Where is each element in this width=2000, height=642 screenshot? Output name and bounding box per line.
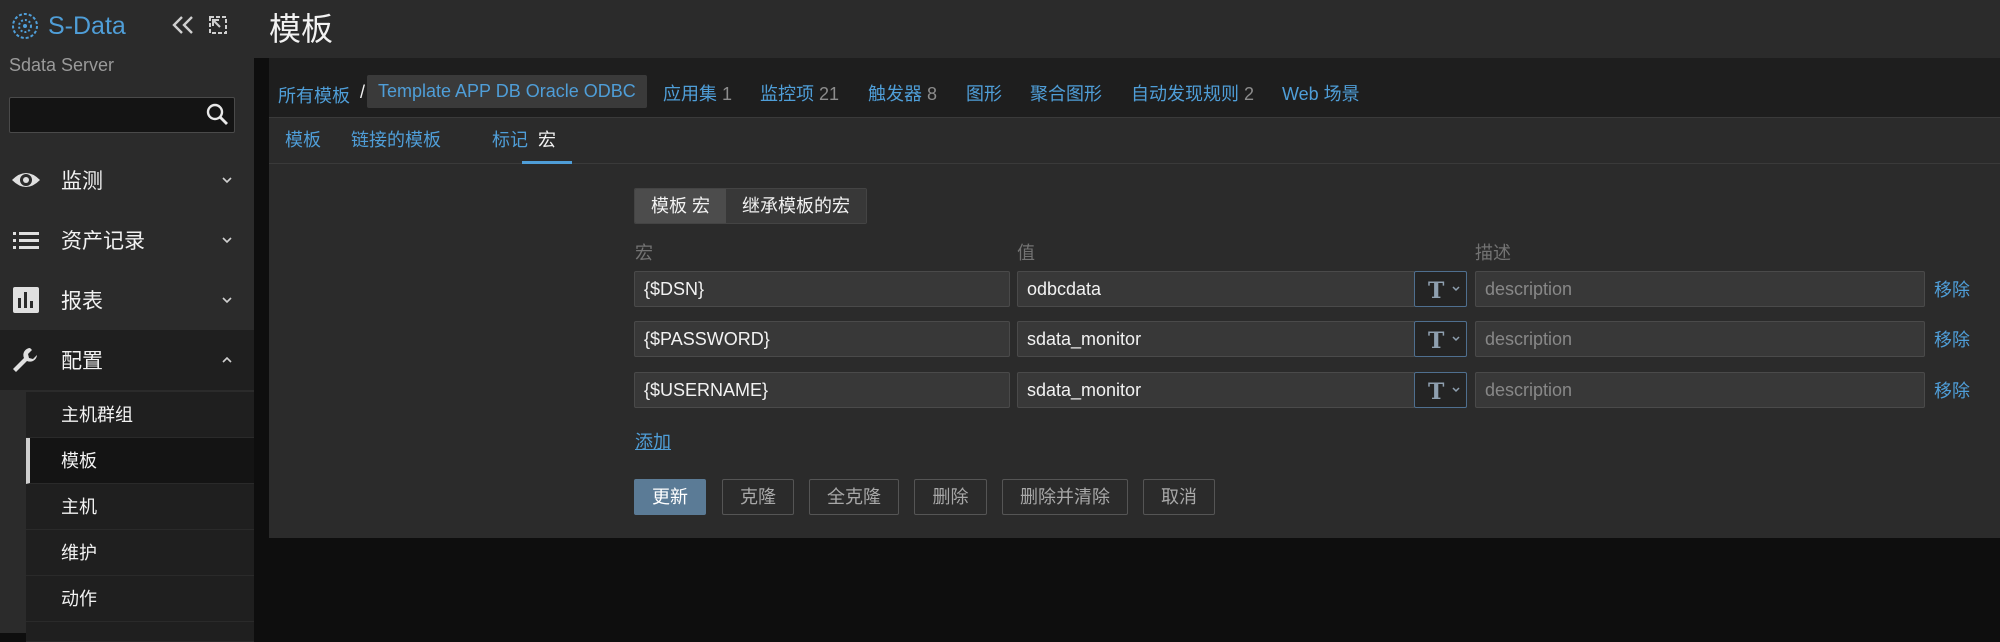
- breadcrumb: 所有模板 / Template APP DB Oracle ODBC 应用集 1…: [269, 58, 2000, 118]
- nav-count: 1: [722, 84, 733, 104]
- nav-count: 2: [1244, 84, 1255, 104]
- nav-count: 21: [819, 84, 840, 104]
- list-icon: [13, 232, 39, 249]
- clone-button[interactable]: 克隆: [722, 479, 794, 515]
- menu-item-monitoring[interactable]: 监测: [0, 150, 254, 210]
- breadcrumb-all-templates[interactable]: 所有模板: [278, 82, 350, 108]
- menu-label: 监测: [61, 170, 103, 193]
- bar-chart-icon: [13, 287, 39, 313]
- tab-macros[interactable]: 宏: [522, 118, 572, 164]
- search-icon[interactable]: [204, 101, 230, 127]
- svg-text:T: T: [1428, 278, 1445, 304]
- column-header-macro: 宏: [635, 243, 653, 263]
- nav-label: 聚合图形: [1030, 84, 1102, 104]
- macro-description-input[interactable]: description: [1475, 321, 1925, 357]
- menu-item-reports[interactable]: 报表: [0, 270, 254, 330]
- svg-text:T: T: [1428, 379, 1445, 405]
- update-button[interactable]: 更新: [634, 479, 706, 515]
- search-input[interactable]: [9, 97, 235, 133]
- menu-item-inventory[interactable]: 资产记录: [0, 210, 254, 270]
- tab-bar: 模板 链接的模板 标记 宏: [269, 118, 2000, 164]
- breadcrumb-separator: /: [360, 82, 366, 102]
- server-name: Sdata Server: [9, 55, 115, 75]
- globe-logo-icon: [12, 13, 38, 39]
- template-panel: 所有模板 / Template APP DB Oracle ODBC 应用集 1…: [269, 58, 2000, 538]
- nav-discovery-rules[interactable]: 自动发现规则 2: [1131, 80, 1254, 106]
- nav-label: 监控项: [760, 84, 814, 104]
- remove-macro-link[interactable]: 移除: [1934, 326, 1970, 352]
- delete-and-clear-button[interactable]: 删除并清除: [1002, 479, 1128, 515]
- macro-view-toggle: 模板 宏 继承模板的宏: [634, 188, 868, 224]
- menu-item-configuration[interactable]: 配置: [0, 330, 254, 390]
- macro-name-input[interactable]: {$USERNAME}: [634, 372, 1010, 408]
- nav-label: 触发器: [868, 84, 922, 104]
- macro-description-input[interactable]: description: [1475, 271, 1925, 307]
- cancel-button[interactable]: 取消: [1143, 479, 1215, 515]
- macro-value-input[interactable]: sdata_monitor: [1017, 372, 1415, 408]
- nav-label: Web 场景: [1282, 84, 1360, 104]
- text-type-icon: T: [1428, 278, 1460, 304]
- macro-description-input[interactable]: description: [1475, 372, 1925, 408]
- nav-label: 应用集: [663, 84, 717, 104]
- fullscreen-icon[interactable]: [207, 14, 229, 36]
- nav-applications[interactable]: 应用集 1: [663, 80, 732, 106]
- menu-label: 报表: [61, 290, 103, 313]
- macro-name-input[interactable]: {$DSN}: [634, 271, 1010, 307]
- nav-web-scenarios[interactable]: Web 场景: [1282, 80, 1360, 106]
- submenu-item-maintenance[interactable]: 维护: [26, 530, 254, 576]
- chevron-down-icon: [222, 297, 232, 304]
- configuration-submenu: 主机群组 模板 主机 维护 动作: [26, 392, 254, 642]
- text-type-icon: T: [1428, 379, 1460, 405]
- menu-label: 配置: [61, 350, 103, 373]
- chevron-down-icon: [222, 237, 232, 244]
- eye-icon: [12, 173, 40, 187]
- delete-button[interactable]: 删除: [914, 479, 987, 515]
- nav-label: 自动发现规则: [1131, 84, 1239, 104]
- nav-triggers[interactable]: 触发器 8: [868, 80, 937, 106]
- text-type-icon: T: [1428, 328, 1460, 354]
- breadcrumb-current-template[interactable]: Template APP DB Oracle ODBC: [367, 75, 647, 108]
- add-macro-link[interactable]: 添加: [635, 428, 671, 454]
- macro-name-input[interactable]: {$PASSWORD}: [634, 321, 1010, 357]
- nav-label: 图形: [966, 84, 1002, 104]
- chevron-up-icon: [222, 356, 232, 363]
- column-header-value: 值: [1017, 243, 1035, 263]
- submenu-item-more[interactable]: [26, 622, 254, 642]
- inherited-macros-button[interactable]: 继承模板的宏: [726, 189, 867, 223]
- value-type-button[interactable]: T: [1414, 321, 1467, 357]
- nav-count: 8: [927, 84, 938, 104]
- logo-text: S-Data: [48, 11, 126, 40]
- remove-macro-link[interactable]: 移除: [1934, 377, 1970, 403]
- submenu-item-host-groups[interactable]: 主机群组: [26, 392, 254, 438]
- chevron-down-icon: [222, 177, 232, 184]
- tab-linked-templates[interactable]: 链接的模板: [335, 118, 457, 164]
- nav-graphs[interactable]: 图形: [966, 80, 1002, 106]
- remove-macro-link[interactable]: 移除: [1934, 276, 1970, 302]
- menu-label: 资产记录: [61, 230, 145, 253]
- macro-value-input[interactable]: odbcdata: [1017, 271, 1415, 307]
- submenu-item-templates[interactable]: 模板: [26, 438, 254, 484]
- logo[interactable]: S-Data: [10, 10, 126, 42]
- page-title: 模板: [269, 11, 334, 47]
- svg-text:T: T: [1428, 328, 1445, 354]
- collapse-sidebar-icon[interactable]: [170, 13, 196, 37]
- value-type-button[interactable]: T: [1414, 372, 1467, 408]
- value-type-button[interactable]: T: [1414, 271, 1467, 307]
- submenu-item-hosts[interactable]: 主机: [26, 484, 254, 530]
- submenu-item-actions[interactable]: 动作: [26, 576, 254, 622]
- template-macros-button[interactable]: 模板 宏: [635, 189, 727, 223]
- macro-value-input[interactable]: sdata_monitor: [1017, 321, 1415, 357]
- nav-items[interactable]: 监控项 21: [760, 80, 839, 106]
- column-header-description: 描述: [1475, 243, 1511, 263]
- full-clone-button[interactable]: 全克隆: [809, 479, 899, 515]
- tab-template[interactable]: 模板: [269, 118, 337, 164]
- sidebar: S-Data Sdata Server 监测 资产记录 报表 配置 主机群组 模…: [0, 0, 254, 642]
- wrench-icon: [13, 348, 37, 372]
- nav-screens[interactable]: 聚合图形: [1030, 80, 1102, 106]
- page-header: 模板: [254, 0, 2000, 58]
